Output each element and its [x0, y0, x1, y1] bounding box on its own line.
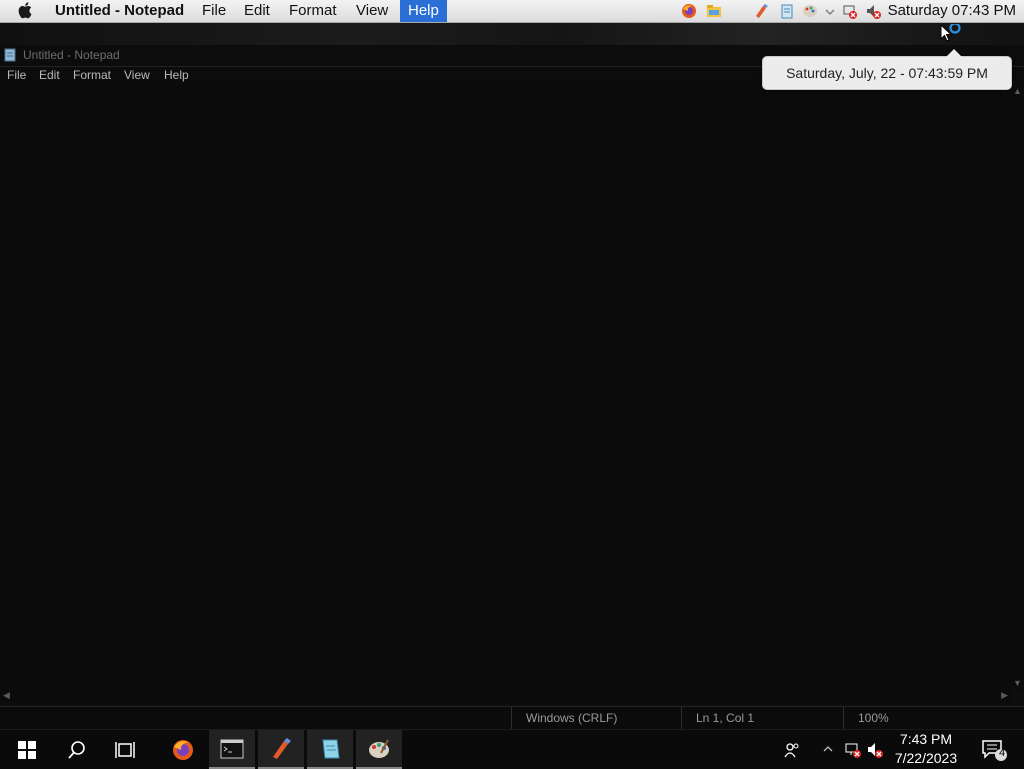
- mac-menubar: Untitled - Notepad File Edit Format View…: [0, 0, 1024, 23]
- text-editor-area[interactable]: [0, 84, 1011, 690]
- scroll-left-icon[interactable]: ◀: [3, 690, 10, 701]
- notepad-menu-help[interactable]: Help: [164, 67, 189, 84]
- notepad-menu-file[interactable]: File: [7, 67, 26, 84]
- notepad-icon[interactable]: [779, 3, 795, 19]
- firefox-icon: [173, 739, 193, 760]
- scroll-right-icon[interactable]: ▶: [1001, 690, 1008, 701]
- volume-muted-icon[interactable]: [865, 3, 881, 19]
- paint-brush-icon[interactable]: [753, 3, 769, 19]
- paint-palette-icon: [369, 739, 389, 758]
- search-icon: [68, 740, 85, 759]
- task-view-button[interactable]: [102, 730, 148, 769]
- scroll-down-icon[interactable]: ▼: [1013, 678, 1022, 688]
- paint-brush-icon: [273, 737, 291, 759]
- search-button[interactable]: [54, 730, 100, 769]
- taskbar-date: 7/22/2023: [894, 750, 958, 766]
- notepad-menu-edit[interactable]: Edit: [39, 67, 60, 84]
- network-disconnected-icon[interactable]: [842, 3, 858, 19]
- notepad-icon: [322, 739, 340, 758]
- notepad-taskbar-button[interactable]: [307, 730, 353, 769]
- notification-count-badge: 4: [999, 747, 1006, 759]
- line-ending-status: Windows (CRLF): [511, 707, 676, 730]
- firefox-taskbar-button[interactable]: [160, 730, 206, 769]
- clock-tooltip: Saturday, July, 22 - 07:43:59 PM: [762, 49, 1012, 90]
- cursor-position-status: Ln 1, Col 1: [681, 707, 836, 730]
- people-icon[interactable]: [783, 741, 801, 759]
- apple-menu-icon[interactable]: [18, 0, 34, 22]
- window-title: Untitled - Notepad: [23, 48, 120, 62]
- paint-taskbar-button[interactable]: [258, 730, 304, 769]
- notepad-menu-format[interactable]: Format: [73, 67, 111, 84]
- menu-view[interactable]: View: [350, 0, 394, 22]
- chevron-down-icon[interactable]: [824, 7, 836, 17]
- start-icon: [18, 740, 36, 759]
- notepad-menu-view[interactable]: View: [124, 67, 150, 84]
- network-disconnected-icon[interactable]: [844, 741, 862, 759]
- palette-taskbar-button[interactable]: [356, 730, 402, 769]
- mouse-cursor-icon: [940, 24, 961, 42]
- terminal-icon: [220, 739, 244, 758]
- notepad-icon: [4, 48, 16, 62]
- paint-palette-icon[interactable]: [802, 3, 818, 19]
- taskbar: 7:43 PM 7/22/2023 4: [0, 729, 1024, 769]
- app-title[interactable]: Untitled - Notepad: [49, 0, 190, 22]
- terminal-taskbar-button[interactable]: [209, 730, 255, 769]
- volume-muted-icon[interactable]: [866, 741, 884, 759]
- menu-help[interactable]: Help: [400, 0, 447, 22]
- firefox-icon[interactable]: [681, 3, 697, 19]
- action-center-button[interactable]: 4: [974, 730, 1014, 769]
- start-button[interactable]: [4, 730, 50, 769]
- taskbar-clock[interactable]: 7:43 PM 7/22/2023: [891, 730, 961, 768]
- show-hidden-icons[interactable]: [822, 745, 834, 753]
- menubar-clock[interactable]: Saturday 07:43 PM: [888, 0, 1016, 22]
- menu-edit[interactable]: Edit: [238, 0, 276, 22]
- menu-format[interactable]: Format: [283, 0, 343, 22]
- horizontal-scrollbar[interactable]: ◀ ▶: [0, 690, 1011, 703]
- scroll-up-icon[interactable]: ▲: [1013, 86, 1022, 96]
- taskbar-time: 7:43 PM: [899, 731, 953, 747]
- vertical-scrollbar[interactable]: ▲ ▼: [1011, 84, 1024, 690]
- folder-icon[interactable]: [706, 3, 722, 19]
- zoom-status: 100%: [843, 707, 1018, 730]
- menu-file[interactable]: File: [196, 0, 232, 22]
- desktop-background: [0, 23, 1024, 45]
- task-view-icon: [115, 741, 135, 758]
- status-bar: Windows (CRLF) Ln 1, Col 1 100%: [0, 706, 1024, 730]
